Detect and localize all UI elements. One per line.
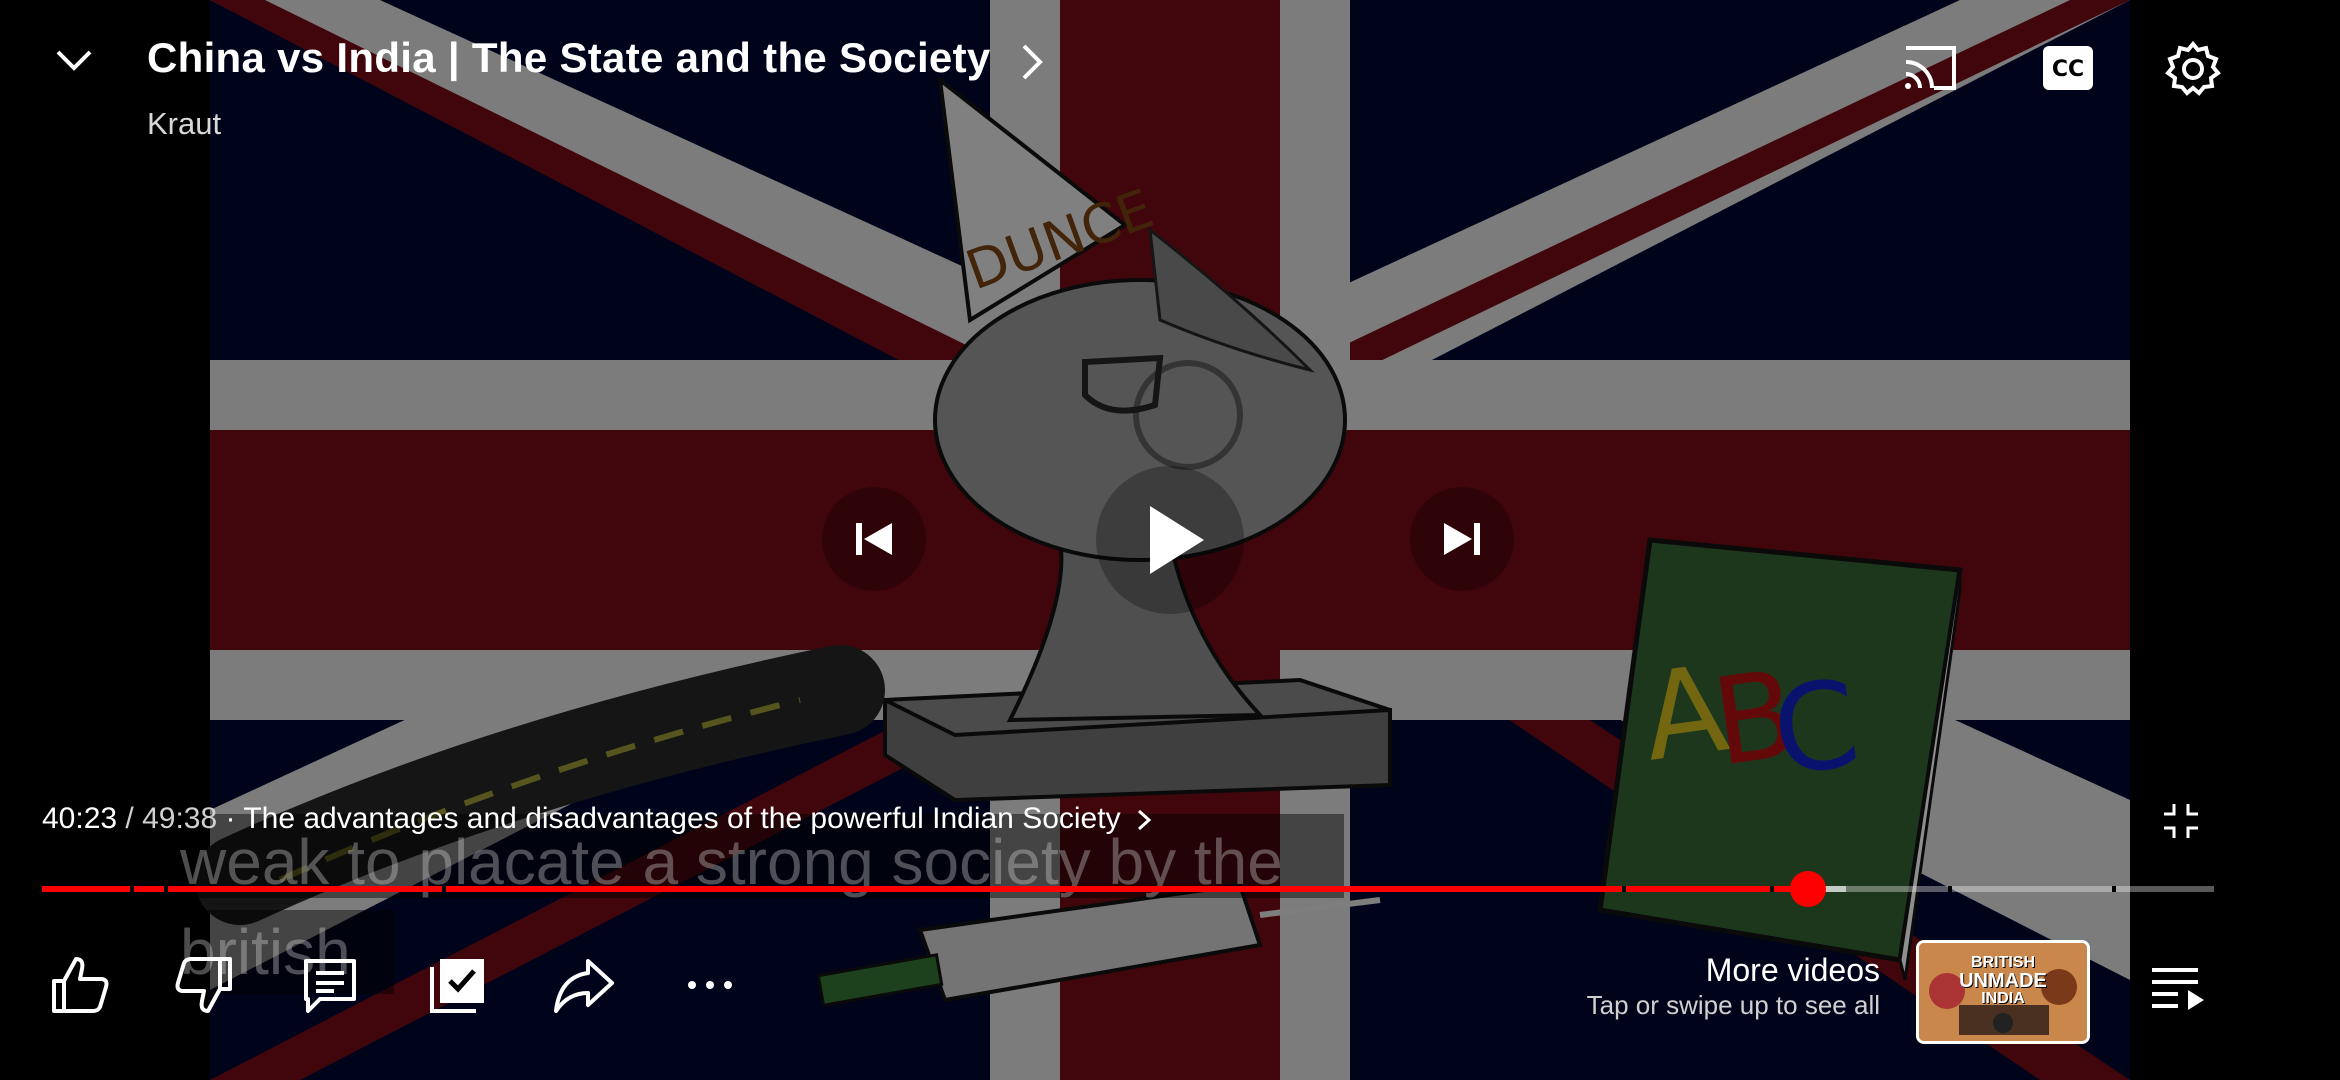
chapter-gap (1948, 886, 1952, 892)
channel-name[interactable]: Kraut (147, 106, 221, 142)
time-chapter-row[interactable]: 40:23 / 49:38 · The advantages and disad… (42, 802, 1153, 836)
chevron-right-icon[interactable] (1014, 40, 1050, 84)
captions-button[interactable]: CC (2038, 38, 2098, 98)
chapter-gap (442, 886, 446, 892)
thumbs-down-icon (175, 957, 232, 1013)
chevron-down-icon (56, 50, 92, 71)
playlist-play-icon (2152, 968, 2204, 1010)
fullscreen-exit-icon[interactable] (2160, 800, 2202, 842)
like-button[interactable] (48, 953, 112, 1017)
current-time: 40:23 (42, 802, 118, 835)
scrubber-handle[interactable] (1790, 871, 1826, 907)
next-button[interactable] (1410, 487, 1514, 591)
queue-button[interactable] (2148, 962, 2208, 1012)
cc-icon: CC (2043, 46, 2093, 90)
cast-button[interactable] (1900, 38, 1960, 98)
chapter-gap (1622, 886, 1626, 892)
share-button[interactable] (552, 953, 616, 1017)
gear-icon (2165, 40, 2221, 96)
thumbnail-text: BRITISH UNMADE INDIA (1959, 954, 2047, 1007)
save-to-playlist-icon (430, 959, 484, 1013)
chapter-gap (164, 886, 168, 892)
progress-bar[interactable] (42, 886, 2214, 892)
more-videos-title[interactable]: More videos (1706, 952, 1880, 989)
comments-button[interactable] (298, 953, 362, 1017)
more-actions-button[interactable] (678, 953, 742, 1017)
skip-previous-icon (856, 523, 892, 555)
comments-icon (304, 959, 356, 1013)
svg-text:CC: CC (2052, 57, 2084, 82)
video-title[interactable]: China vs India | The State and the Socie… (147, 34, 991, 82)
play-icon (1150, 506, 1204, 574)
chapter-gap (1770, 886, 1774, 892)
chapter-title[interactable]: The advantages and disadvantages of the … (243, 802, 1120, 835)
collapse-button[interactable] (44, 30, 104, 90)
cast-icon (1905, 46, 1956, 90)
more-videos-thumbnail[interactable]: BRITISH UNMADE INDIA (1916, 940, 2090, 1044)
previous-button[interactable] (822, 487, 926, 591)
settings-button[interactable] (2163, 38, 2223, 98)
thumbs-up-icon (52, 957, 109, 1013)
dislike-button[interactable] (172, 953, 236, 1017)
more-horizontal-icon (688, 981, 732, 989)
separator-dot: · (225, 802, 236, 835)
share-icon (554, 959, 614, 1013)
play-button[interactable] (1096, 466, 1244, 614)
played-bar (42, 886, 1808, 892)
more-videos-hint: Tap or swipe up to see all (1586, 990, 1880, 1020)
skip-next-icon (1444, 523, 1480, 555)
save-button[interactable] (426, 953, 490, 1017)
duration: / 49:38 (125, 802, 218, 835)
chevron-right-icon (1137, 809, 1152, 831)
chapter-gap (130, 886, 134, 892)
chapter-gap (2112, 886, 2116, 892)
